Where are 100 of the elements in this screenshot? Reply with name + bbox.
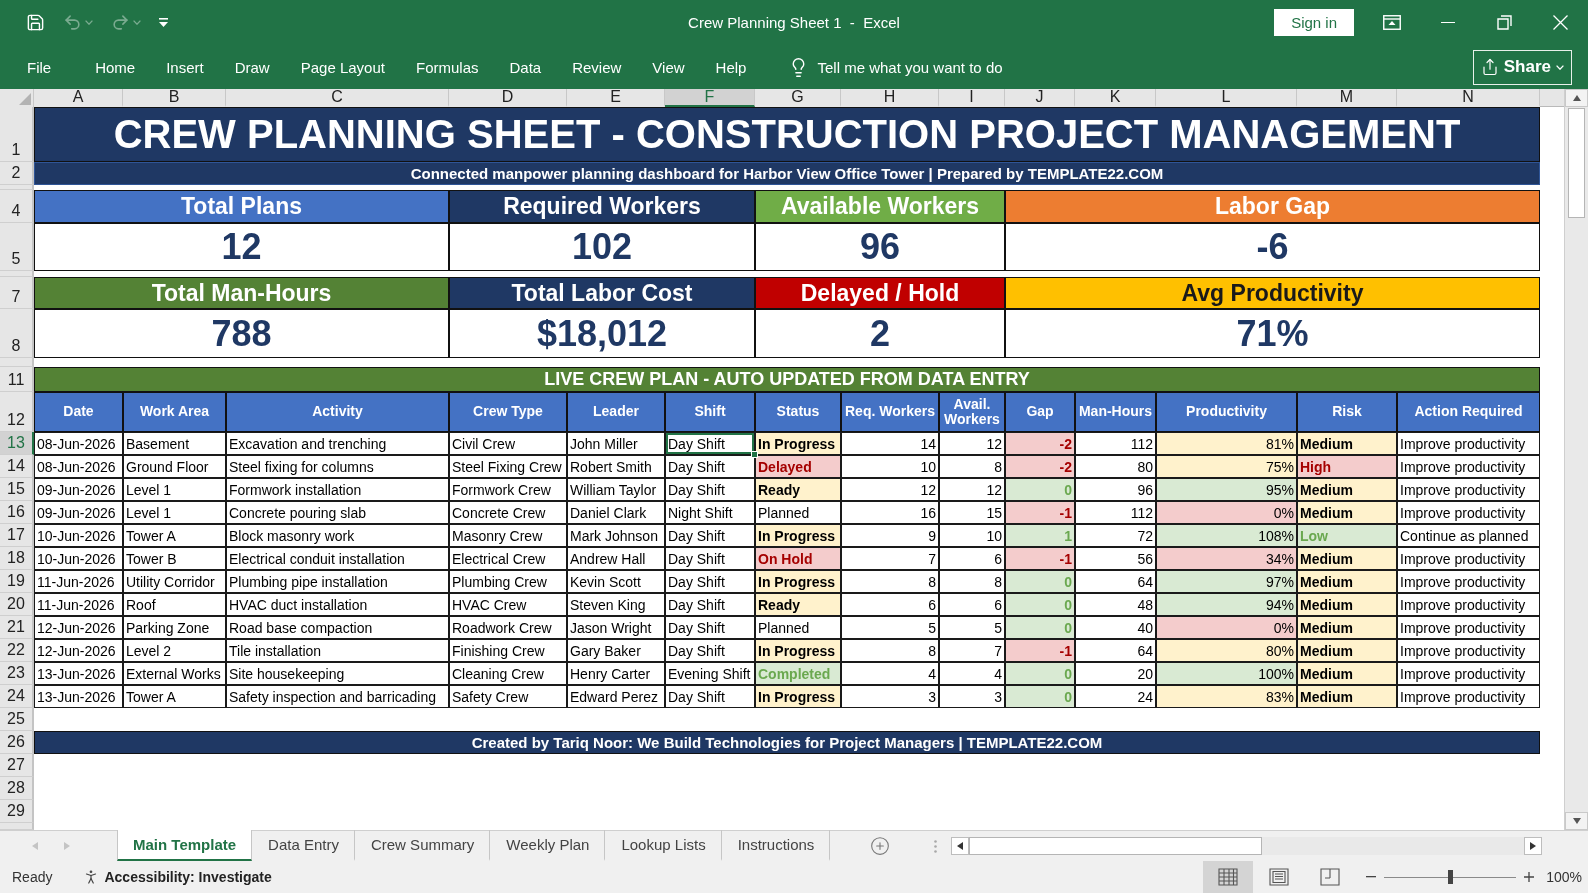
column-heading: Work Area	[123, 392, 226, 432]
row-header[interactable]: 25	[0, 708, 34, 731]
ribbon-tab[interactable]: Draw	[219, 52, 285, 82]
column-header[interactable]: G	[755, 89, 841, 107]
row-header[interactable]: 13	[0, 432, 34, 455]
row-header[interactable]: 7	[0, 277, 34, 309]
table-cell: 0	[1005, 685, 1075, 708]
row-header[interactable]: 18	[0, 547, 34, 570]
select-all-button[interactable]	[0, 89, 34, 107]
table-cell: Low	[1297, 524, 1397, 547]
table-cell: 112	[1075, 501, 1156, 524]
column-header[interactable]: F	[665, 89, 755, 107]
sign-in-button[interactable]: Sign in	[1274, 9, 1354, 36]
row-header[interactable]: 23	[0, 662, 34, 685]
row-header[interactable]: 17	[0, 524, 34, 547]
table-cell: In Progress	[755, 685, 841, 708]
row-header[interactable]: 1	[0, 107, 34, 162]
tell-me-field[interactable]: Tell me what you want to do	[817, 56, 1043, 78]
row-header[interactable]: 26	[0, 731, 34, 754]
kpi-value: 102	[449, 223, 755, 271]
table-cell: In Progress	[755, 570, 841, 593]
accessibility-button[interactable]: Accessibility: Investigate	[82, 868, 272, 886]
row-header[interactable]: 5	[0, 223, 34, 271]
table-cell: Steven King	[567, 593, 665, 616]
row-header[interactable]: 20	[0, 593, 34, 616]
table-cell: 09-Jun-2026	[34, 478, 123, 501]
column-header[interactable]: M	[1297, 89, 1397, 107]
table-cell: Mark Johnson	[567, 524, 665, 547]
table-cell: 13-Jun-2026	[34, 685, 123, 708]
column-heading: Status	[755, 392, 841, 432]
ribbon-tab[interactable]: Help	[700, 52, 762, 82]
row-header[interactable]: 29	[0, 800, 34, 823]
column-heading: Man-Hours	[1075, 392, 1156, 432]
ribbon-tab[interactable]: File	[12, 52, 67, 82]
row-header[interactable]: 19	[0, 570, 34, 593]
column-heading: Gap	[1005, 392, 1075, 432]
scroll-left-button[interactable]	[951, 837, 970, 855]
table-cell: External Works	[123, 662, 226, 685]
table-cell: Civil Crew	[449, 432, 567, 455]
ribbon-tab[interactable]: Review	[557, 52, 637, 82]
kpi-value: -6	[1005, 223, 1540, 271]
row-header[interactable]: 21	[0, 616, 34, 639]
scroll-right-button[interactable]	[1524, 837, 1543, 855]
view-button[interactable]	[1203, 861, 1254, 893]
row-header[interactable]: 2	[0, 162, 34, 185]
row-header[interactable]: 14	[0, 455, 34, 478]
column-heading: Action Required	[1397, 392, 1540, 432]
table-cell: Concrete Crew	[449, 501, 567, 524]
table-cell: 0	[1005, 662, 1075, 685]
table-cell: Medium	[1297, 501, 1397, 524]
scroll-thumb[interactable]	[1568, 108, 1585, 218]
column-header[interactable]: N	[1397, 89, 1540, 107]
column-header[interactable]: A	[34, 89, 123, 107]
kpi-label: Available Workers	[755, 190, 1005, 223]
column-header[interactable]: J	[1005, 89, 1075, 107]
row-header[interactable]: 27	[0, 754, 34, 777]
slider-thumb[interactable]	[1448, 870, 1454, 884]
table-cell: 20	[1075, 662, 1156, 685]
ribbon-tab[interactable]: Home	[80, 52, 151, 82]
fill-handle-icon[interactable]	[751, 451, 758, 458]
row-header[interactable]: 12	[0, 392, 34, 432]
ribbon-tab[interactable]: View	[637, 52, 700, 82]
section-banner: LIVE CREW PLAN - AUTO UPDATED FROM DATA ENTRY	[34, 367, 1540, 392]
redo-icon	[111, 13, 130, 32]
ribbon-tab[interactable]: Insert	[151, 52, 219, 82]
column-header[interactable]: D	[449, 89, 567, 107]
row-header[interactable]: 15	[0, 478, 34, 501]
kpi-label: Labor Gap	[1005, 190, 1540, 223]
column-header[interactable]: E	[567, 89, 665, 107]
ribbon-tab[interactable]: Page Layout	[285, 52, 400, 82]
scroll-down-button[interactable]	[1565, 812, 1588, 830]
column-header[interactable]: I	[939, 89, 1005, 107]
table-cell: Night Shift	[665, 501, 755, 524]
column-header[interactable]: L	[1156, 89, 1297, 107]
table-cell: Day Shift	[665, 455, 755, 478]
column-header[interactable]: C	[226, 89, 449, 107]
row-header[interactable]: 11	[0, 367, 34, 392]
column-header[interactable]: B	[123, 89, 226, 107]
row-header[interactable]: 22	[0, 639, 34, 662]
row-header[interactable]: 24	[0, 685, 34, 708]
table-cell: Medium	[1297, 593, 1397, 616]
scroll-up-button[interactable]	[1565, 89, 1588, 107]
plus-icon	[1524, 872, 1535, 882]
sheet-tab[interactable]: Main Template	[117, 830, 253, 861]
kpi-label: Total Labor Cost	[449, 277, 755, 309]
column-header[interactable]: K	[1075, 89, 1156, 107]
ribbon-tab[interactable]: Formulas	[400, 52, 494, 82]
row-header[interactable]: 28	[0, 777, 34, 800]
share-button[interactable]: Share	[1472, 49, 1572, 85]
table-cell: 12	[939, 478, 1005, 501]
row-header[interactable]: 16	[0, 501, 34, 524]
row-header[interactable]: 8	[0, 309, 34, 358]
table-cell: Jason Wright	[567, 616, 665, 639]
column-header[interactable]: H	[841, 89, 939, 107]
table-cell: 34%	[1156, 547, 1297, 570]
ribbon-tab[interactable]: Data	[494, 52, 557, 82]
table-cell: Road base compaction	[226, 616, 449, 639]
row-header[interactable]: 4	[0, 190, 34, 223]
table-cell: Improve productivity	[1397, 662, 1540, 685]
horizontal-scroll-thumb[interactable]	[969, 837, 1263, 855]
